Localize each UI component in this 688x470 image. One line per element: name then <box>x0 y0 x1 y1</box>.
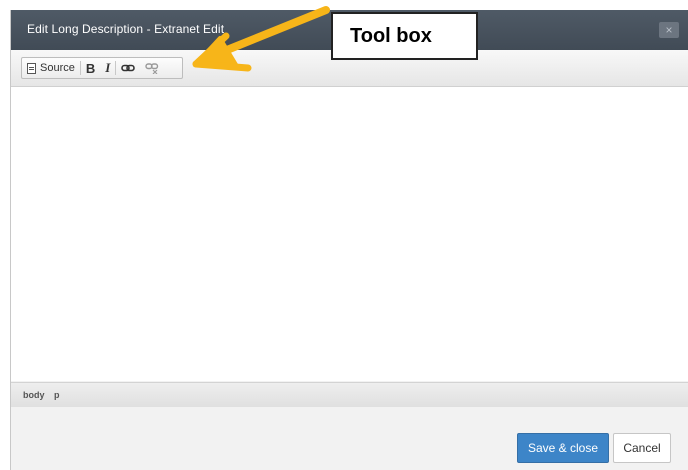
toolbox-callout-label: Tool box <box>331 12 478 60</box>
callout-arrow-icon <box>192 6 330 72</box>
